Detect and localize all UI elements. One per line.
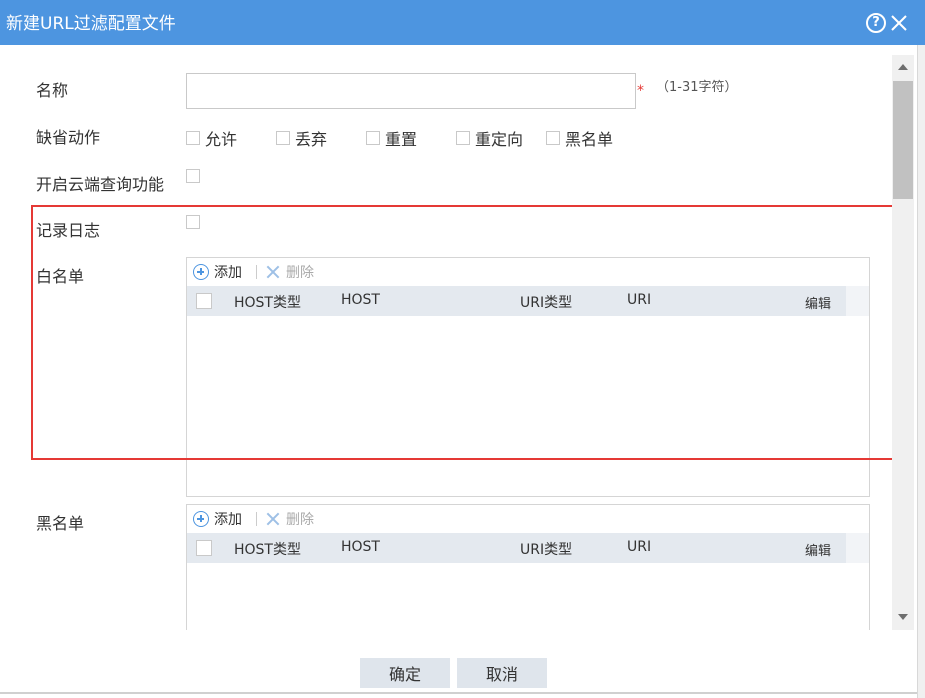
blacklist-table-header: HOST类型 HOST URI类型 URI 编辑 — [187, 533, 869, 563]
option-reset-label: 重置 — [385, 130, 418, 149]
delete-x-icon — [265, 511, 281, 527]
option-allow[interactable]: 允许 — [186, 126, 237, 150]
cancel-button[interactable]: 取消 — [457, 658, 547, 688]
whitelist-toolbar: 添加 删除 — [187, 258, 869, 286]
blacklist-add-button[interactable]: 添加 — [193, 509, 242, 529]
default-action-label: 缺省动作 — [36, 128, 101, 147]
cloud-query-label: 开启云端查询功能 — [36, 175, 165, 194]
blacklist-toolbar: 添加 删除 — [187, 505, 869, 533]
vertical-scrollbar[interactable] — [892, 55, 914, 630]
cloud-query-checkbox[interactable] — [186, 169, 200, 183]
whitelist-add-label: 添加 — [214, 265, 242, 281]
blacklist-select-all-checkbox[interactable] — [196, 540, 212, 556]
option-drop-checkbox[interactable] — [276, 131, 290, 145]
option-reset[interactable]: 重置 — [366, 126, 417, 150]
scrollbar-thumb[interactable] — [893, 81, 913, 199]
whitelist-select-all-checkbox[interactable] — [196, 293, 212, 309]
option-blacklist[interactable]: 黑名单 — [546, 126, 613, 150]
col-uri-type[interactable]: URI类型 — [520, 539, 572, 559]
whitelist-label: 白名单 — [36, 267, 85, 286]
window-edge — [917, 45, 925, 698]
close-icon[interactable] — [889, 13, 909, 33]
header-scroll-pad — [846, 286, 869, 316]
whitelist-delete-label: 删除 — [286, 265, 314, 281]
col-uri-type[interactable]: URI类型 — [520, 292, 572, 312]
option-allow-checkbox[interactable] — [186, 131, 200, 145]
option-allow-label: 允许 — [205, 130, 238, 149]
col-uri[interactable]: URI — [627, 539, 651, 555]
whitelist-table: 添加 删除 HOST类型 HOST URI类型 URI 编辑 — [186, 257, 870, 497]
dialog-footer: 确定 取消 — [0, 630, 917, 698]
col-edit: 编辑 — [805, 544, 832, 559]
log-label: 记录日志 — [36, 221, 101, 240]
required-mark: * — [637, 83, 644, 99]
whitelist-add-button[interactable]: 添加 — [193, 262, 242, 282]
dialog-content: 名称 * （1-31字符） 缺省动作 允许 丢弃 重置 重定向 黑名单 开启云端… — [0, 45, 890, 630]
blacklist-add-label: 添加 — [214, 512, 242, 528]
option-blacklist-checkbox[interactable] — [546, 131, 560, 145]
scroll-down-arrow-icon[interactable] — [898, 614, 908, 620]
scroll-up-arrow-icon[interactable] — [898, 64, 908, 70]
option-redirect[interactable]: 重定向 — [456, 126, 523, 150]
col-uri[interactable]: URI — [627, 292, 651, 308]
col-host-type[interactable]: HOST类型 — [234, 292, 301, 312]
dialog-titlebar: 新建URL过滤配置文件 ? — [0, 0, 925, 45]
option-redirect-label: 重定向 — [475, 130, 524, 149]
name-label: 名称 — [36, 81, 69, 100]
blacklist-delete-button[interactable]: 删除 — [265, 509, 314, 529]
header-scroll-pad — [846, 533, 869, 563]
col-host[interactable]: HOST — [341, 539, 380, 555]
help-icon[interactable]: ? — [866, 13, 886, 33]
col-edit: 编辑 — [805, 297, 832, 312]
delete-x-icon — [265, 264, 281, 280]
whitelist-delete-button[interactable]: 删除 — [265, 262, 314, 282]
option-reset-checkbox[interactable] — [366, 131, 380, 145]
blacklist-delete-label: 删除 — [286, 512, 314, 528]
log-checkbox[interactable] — [186, 215, 200, 229]
plus-circle-icon — [193, 511, 209, 527]
blacklist-label: 黑名单 — [36, 514, 85, 533]
toolbar-divider — [256, 265, 257, 279]
option-drop[interactable]: 丢弃 — [276, 126, 327, 150]
col-host[interactable]: HOST — [341, 292, 380, 308]
blacklist-table: 添加 删除 HOST类型 HOST URI类型 URI 编辑 — [186, 504, 870, 630]
ok-button[interactable]: 确定 — [360, 658, 450, 688]
plus-circle-icon — [193, 264, 209, 280]
window-bottom-border — [0, 692, 917, 694]
toolbar-divider — [256, 512, 257, 526]
dialog-title: 新建URL过滤配置文件 — [6, 14, 176, 34]
option-redirect-checkbox[interactable] — [456, 131, 470, 145]
name-input[interactable] — [186, 73, 636, 109]
whitelist-table-header: HOST类型 HOST URI类型 URI 编辑 — [187, 286, 869, 316]
name-hint: （1-31字符） — [656, 80, 738, 95]
col-host-type[interactable]: HOST类型 — [234, 539, 301, 559]
option-drop-label: 丢弃 — [295, 130, 328, 149]
option-blacklist-label: 黑名单 — [565, 130, 614, 149]
